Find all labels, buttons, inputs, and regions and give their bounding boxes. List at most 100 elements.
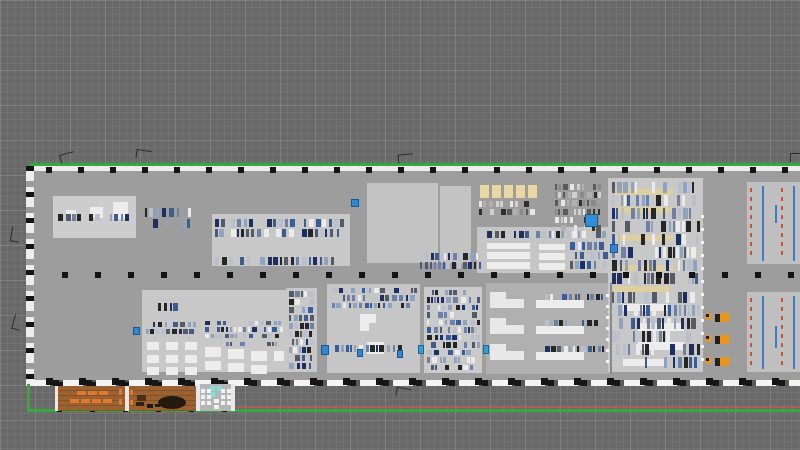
forklift-icon <box>705 357 712 364</box>
structural-column <box>590 167 596 173</box>
agv-marker[interactable] <box>321 345 329 355</box>
equipment-item <box>347 295 350 300</box>
shelf-bar <box>251 351 267 361</box>
equipment-item <box>602 231 606 238</box>
equipment-item <box>587 192 592 198</box>
equipment-item <box>622 292 624 303</box>
equipment-item <box>388 303 392 308</box>
equipment-item <box>683 208 688 219</box>
layout-canvas[interactable] <box>0 0 800 450</box>
machine-rows[interactable] <box>215 218 348 238</box>
blue-machine[interactable] <box>585 214 598 227</box>
equipment-item <box>225 334 229 338</box>
equipment-item <box>564 217 567 223</box>
equipment-item <box>240 342 245 346</box>
equipment-item <box>173 322 178 327</box>
long-line-lower[interactable] <box>612 291 700 369</box>
equipment-item <box>264 327 266 331</box>
equipment-item <box>583 200 585 206</box>
equipment-item <box>219 229 224 237</box>
agv-marker[interactable] <box>357 349 363 357</box>
equipment-item <box>330 229 333 237</box>
equipment-item <box>496 201 499 207</box>
structural-column <box>722 272 728 278</box>
equipment-item <box>95 214 100 221</box>
equipment-item <box>596 294 600 300</box>
conveyor-line[interactable] <box>58 213 130 222</box>
forklift-pair[interactable] <box>705 334 731 344</box>
agv-marker[interactable] <box>133 327 140 335</box>
machine-row[interactable] <box>205 341 283 347</box>
structural-column <box>310 378 317 385</box>
forklift-icon <box>720 313 730 322</box>
machine-row[interactable] <box>146 302 186 312</box>
dense-grid[interactable] <box>427 289 480 371</box>
equipment-item <box>679 305 681 316</box>
equipment-item <box>578 209 581 215</box>
equipment-item <box>406 295 408 300</box>
shelf-bar <box>185 342 197 350</box>
equipment-item <box>526 209 528 215</box>
line-row[interactable] <box>545 345 607 353</box>
line-row[interactable] <box>545 319 607 327</box>
equipment-item <box>350 345 352 352</box>
machine-rows[interactable] <box>420 252 482 270</box>
forklift-pair[interactable] <box>705 356 731 366</box>
equipment-item <box>432 357 437 362</box>
machine-group[interactable] <box>145 207 197 229</box>
machine-block[interactable] <box>332 287 417 309</box>
equipment-item <box>302 355 305 361</box>
equipment-item <box>435 365 437 370</box>
equipment-item <box>676 247 679 258</box>
machine-rows[interactable] <box>570 241 608 270</box>
machine-strip[interactable] <box>289 290 315 370</box>
equipment-item <box>431 253 434 260</box>
agv-marker[interactable] <box>418 345 424 354</box>
station-dot <box>701 332 704 335</box>
equipment-item <box>393 345 395 352</box>
machine-columns[interactable] <box>479 200 537 216</box>
equipment-item <box>477 342 480 347</box>
long-line-upper[interactable] <box>612 181 700 285</box>
equipment-item <box>110 214 112 221</box>
forklift-pair[interactable] <box>705 312 731 322</box>
shelf-bar <box>274 351 284 361</box>
line-row[interactable] <box>545 293 607 301</box>
equipment-item <box>275 342 277 346</box>
equipment-item <box>320 257 322 265</box>
agv-marker[interactable] <box>397 350 403 358</box>
equipment-item <box>295 291 300 297</box>
storage-block[interactable] <box>367 183 438 263</box>
equipment-item <box>697 305 700 316</box>
machine-block[interactable] <box>205 320 283 339</box>
equipment-item <box>316 219 321 227</box>
equipment-item <box>470 253 475 260</box>
machine-rows[interactable] <box>146 321 196 335</box>
equipment-item <box>689 344 694 355</box>
equipment-item <box>410 295 415 300</box>
equipment-item <box>682 195 685 206</box>
agv-marker[interactable] <box>351 199 359 207</box>
equipment-item <box>690 292 695 303</box>
equipment-item <box>237 229 239 237</box>
station-dot <box>701 215 704 218</box>
machine-row[interactable] <box>335 344 417 353</box>
equipment-item <box>593 184 596 190</box>
equipment-item <box>427 297 430 302</box>
equipment-item <box>169 208 174 217</box>
agv-marker[interactable] <box>610 244 618 253</box>
equipment-item <box>221 327 224 331</box>
structural-column <box>46 167 52 173</box>
equipment-item <box>267 342 271 346</box>
equipment-item <box>631 318 635 329</box>
equipment-item <box>453 297 458 302</box>
structural-column <box>558 167 564 173</box>
machine-row[interactable] <box>215 256 348 266</box>
machine-row[interactable] <box>480 230 606 239</box>
shelf-bar <box>492 185 501 198</box>
agv-marker[interactable] <box>483 345 489 354</box>
equipment-item <box>89 214 93 221</box>
equipment-item <box>276 229 281 237</box>
equipment-item <box>332 303 335 308</box>
station-dot <box>606 349 609 352</box>
